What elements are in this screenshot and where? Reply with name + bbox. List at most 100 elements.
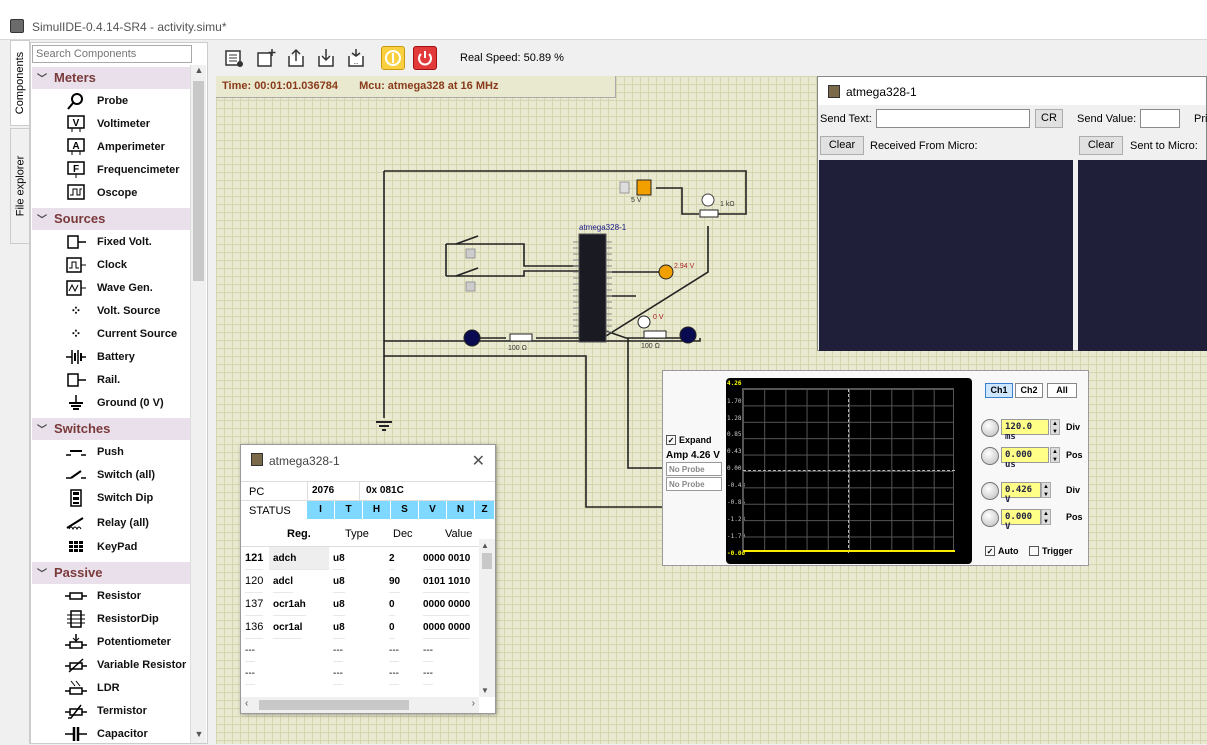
ch1-button[interactable]: Ch1 — [985, 383, 1013, 398]
scroll-down-icon[interactable]: ▼ — [191, 729, 207, 743]
row-reg[interactable]: adch — [269, 547, 329, 570]
table-row[interactable]: --- --- --- --- — [241, 662, 479, 685]
component-battery[interactable]: Battery — [65, 346, 135, 368]
component-keypad[interactable]: KeyPad — [65, 536, 137, 558]
volt-pos-knob[interactable] — [981, 509, 999, 527]
new-circuit-icon[interactable] — [254, 46, 278, 70]
row-reg[interactable]: adcl — [273, 570, 294, 593]
volt-div-spinner[interactable]: ▲ ▼ — [1041, 482, 1051, 498]
category-switches[interactable]: ﹀ Switches — [32, 418, 190, 440]
row-reg[interactable]: ocr1ah — [273, 593, 306, 616]
auto-row[interactable]: ✓ Auto — [985, 546, 1019, 556]
component-wave-gen[interactable]: Wave Gen. — [65, 277, 153, 299]
save-circuit-icon[interactable] — [314, 46, 338, 70]
volt-div-value[interactable]: 0.426 V — [1001, 482, 1041, 505]
scroll-up-icon[interactable]: ▲ — [481, 541, 489, 550]
time-pos-spinner[interactable]: ▲ ▼ — [1050, 447, 1060, 463]
cr-button[interactable]: CR — [1035, 109, 1063, 128]
scroll-up-icon[interactable]: ▲ — [191, 65, 207, 79]
component-ldr[interactable]: LDR — [65, 677, 120, 699]
pause-icon[interactable] — [381, 46, 405, 70]
scroll-down-icon[interactable]: ▼ — [481, 686, 489, 695]
y-label: 0.00 — [727, 465, 742, 472]
component-fixed-volt[interactable]: Fixed Volt. — [65, 231, 152, 253]
component-oscope[interactable]: Oscope — [65, 182, 137, 204]
table-row[interactable]: 120 adcl u8 90 0101 1010 — [241, 570, 479, 593]
all-button[interactable]: All — [1047, 383, 1077, 398]
component-capacitor[interactable]: Capacitor — [65, 723, 148, 745]
register-hscroll[interactable]: ‹ › — [241, 697, 479, 713]
category-passive[interactable]: ﹀ Passive — [32, 562, 190, 584]
component-push[interactable]: Push — [65, 441, 124, 463]
table-row[interactable]: --- --- --- --- — [241, 639, 479, 662]
capacitor-icon — [65, 725, 87, 743]
table-row[interactable]: 136 ocr1al u8 0 0000 0000 — [241, 616, 479, 639]
category-label: Passive — [54, 565, 103, 580]
row-type: --- — [333, 639, 343, 662]
flag-n: N — [447, 501, 475, 519]
resistor2-label: 100 Ω — [641, 343, 660, 350]
received-area[interactable] — [819, 160, 1073, 351]
clear-sent-button[interactable]: Clear — [1079, 136, 1123, 155]
trigger-row[interactable]: Trigger — [1029, 546, 1073, 556]
category-sources[interactable]: ﹀ Sources — [32, 208, 190, 230]
component-potentiometer[interactable]: Potentiometer — [65, 631, 171, 653]
save-as-icon[interactable]: ... — [344, 46, 368, 70]
settings-icon[interactable] — [222, 46, 246, 70]
scroll-thumb[interactable] — [482, 553, 492, 569]
send-value-input[interactable] — [1140, 109, 1180, 128]
component-volt-source[interactable]: ⁘ Volt. Source — [65, 300, 161, 322]
component-resistordip[interactable]: ResistorDip — [65, 608, 159, 630]
volt-pos-value[interactable]: 0.000 V — [1001, 509, 1041, 532]
component-variable-resistor[interactable]: Variable Resistor — [65, 654, 186, 676]
open-circuit-icon[interactable] — [284, 46, 308, 70]
component-switch-all[interactable]: Switch (all) — [65, 464, 155, 486]
component-voltimeter[interactable]: V Voltimeter — [65, 113, 150, 135]
tab-components[interactable]: Components — [10, 40, 30, 126]
components-scrollbar[interactable]: ▲ ▼ — [190, 65, 206, 743]
component-resistor[interactable]: Resistor — [65, 585, 141, 607]
component-rail[interactable]: Rail. — [65, 369, 120, 391]
scroll-thumb[interactable] — [193, 81, 204, 281]
close-icon[interactable]: ✕ — [472, 451, 485, 471]
expand-checkbox[interactable]: ✓ — [666, 435, 676, 445]
table-row[interactable]: 121 adch u8 2 0000 0010 — [241, 547, 479, 570]
rail-icon — [65, 371, 87, 389]
component-switch-dip[interactable]: Switch Dip — [65, 487, 153, 509]
register-vscroll[interactable]: ▲ ▼ — [479, 539, 495, 697]
component-amperimeter[interactable]: A Amperimeter — [65, 136, 165, 158]
tab-file-explorer[interactable]: File explorer — [10, 128, 30, 244]
component-current-source[interactable]: ⁘ Current Source — [65, 323, 178, 345]
time-div-knob[interactable] — [981, 419, 999, 437]
send-text-input[interactable] — [876, 109, 1030, 128]
auto-checkbox[interactable]: ✓ — [985, 546, 995, 556]
time-pos-value[interactable]: 0.000 us — [1001, 447, 1049, 470]
time-pos-knob[interactable] — [981, 447, 999, 465]
components-panel: ▲ ▼ ﹀ Meters Probe V Voltimeter A Amperimet… — [30, 42, 208, 744]
scroll-right-icon[interactable]: › — [472, 698, 475, 709]
component-frequencimeter[interactable]: F Frequencimeter — [65, 159, 180, 181]
scroll-thumb[interactable] — [259, 700, 409, 710]
table-row[interactable]: 137 ocr1ah u8 0 0000 0000 — [241, 593, 479, 616]
probe-select-2[interactable]: No Probe — [666, 477, 722, 491]
search-input[interactable] — [32, 45, 192, 63]
clear-received-button[interactable]: Clear — [820, 136, 864, 155]
component-probe[interactable]: Probe — [65, 90, 128, 112]
volt-div-knob[interactable] — [981, 482, 999, 500]
component-relay-all[interactable]: Relay (all) — [65, 512, 149, 534]
trigger-checkbox[interactable] — [1029, 546, 1039, 556]
time-div-spinner[interactable]: ▲ ▼ — [1050, 419, 1060, 435]
sent-area[interactable] — [1078, 160, 1207, 351]
component-clock[interactable]: Clock — [65, 254, 127, 276]
probe-select-1[interactable]: No Probe — [666, 462, 722, 476]
time-div-value[interactable]: 120.0 ms — [1001, 419, 1049, 442]
scroll-left-icon[interactable]: ‹ — [245, 698, 248, 709]
volt-pos-spinner[interactable]: ▲ ▼ — [1041, 509, 1051, 525]
category-meters[interactable]: ﹀ Meters — [32, 67, 190, 89]
row-reg[interactable]: ocr1al — [273, 616, 303, 639]
expand-row[interactable]: ✓ Expand — [666, 435, 712, 445]
component-termistor[interactable]: Termistor — [65, 700, 147, 722]
component-ground[interactable]: Ground (0 V) — [65, 392, 164, 414]
power-icon[interactable] — [413, 46, 437, 70]
ch2-button[interactable]: Ch2 — [1015, 383, 1043, 398]
